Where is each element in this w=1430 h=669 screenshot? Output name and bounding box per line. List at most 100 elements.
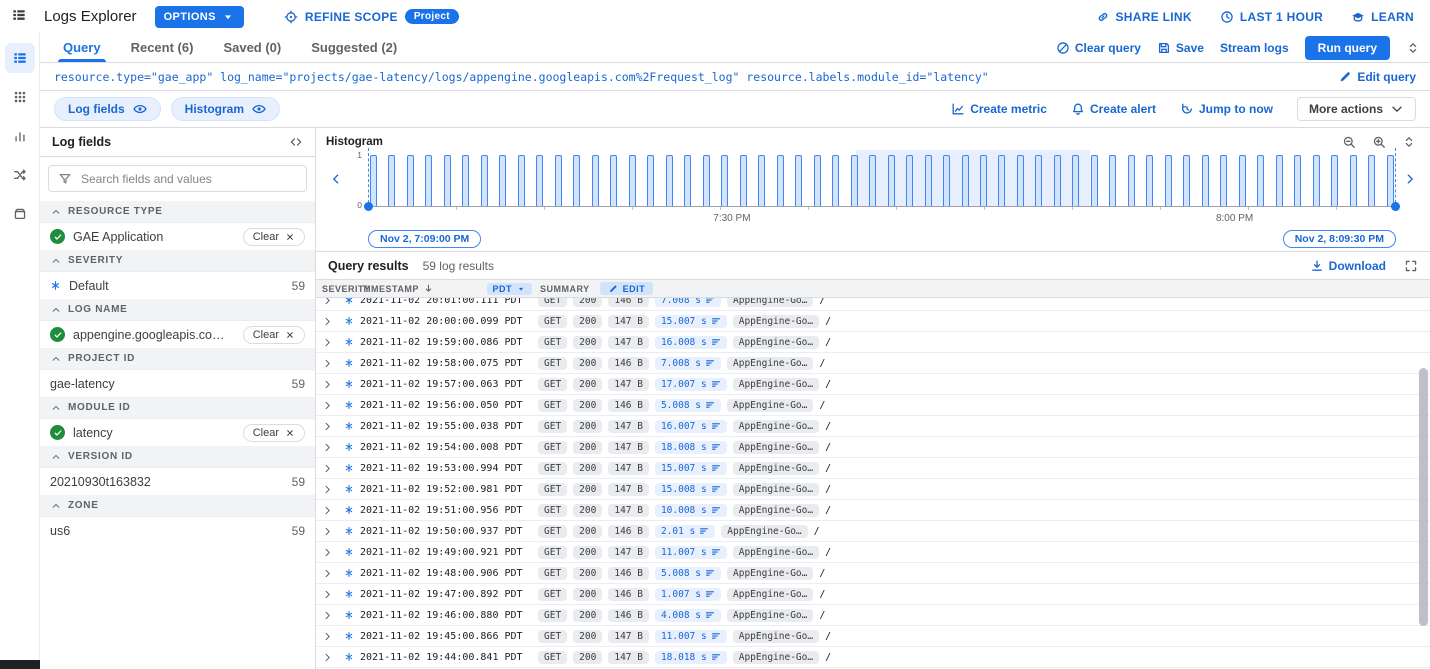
status-chip[interactable]: 200	[573, 504, 602, 517]
query-text[interactable]: resource.type="gae_app" log_name="projec…	[54, 70, 1326, 84]
size-chip[interactable]: 147 B	[608, 504, 649, 517]
histogram-bar[interactable]	[1017, 155, 1024, 206]
clear-filter-button[interactable]: Clear	[243, 228, 305, 246]
expand-row-button[interactable]	[322, 484, 338, 495]
histogram-bar[interactable]	[851, 155, 858, 206]
histogram-bar[interactable]	[481, 155, 488, 206]
size-chip[interactable]: 147 B	[608, 630, 649, 643]
histogram-bar[interactable]	[1202, 155, 1209, 206]
log-row[interactable]: 2021-11-02 19:56:00.050 PDTGET200146 B5.…	[316, 395, 1430, 416]
expand-row-button[interactable]	[322, 610, 338, 621]
latency-chip[interactable]: 18.008 s	[655, 441, 727, 454]
agent-chip[interactable]: AppEngine-Go…	[733, 630, 819, 643]
log-row[interactable]: 2021-11-02 20:01:00.111 PDTGET200146 B7.…	[316, 298, 1430, 311]
clear-query-button[interactable]: Clear query	[1056, 41, 1141, 55]
size-chip[interactable]: 147 B	[608, 315, 649, 328]
field-section-header[interactable]: RESOURCE TYPE	[40, 201, 315, 223]
histogram-bar[interactable]	[388, 155, 395, 206]
agent-chip[interactable]: AppEngine-Go…	[733, 336, 819, 349]
options-button[interactable]: OPTIONS	[155, 6, 244, 28]
log-row[interactable]: 2021-11-02 19:52:00.981 PDTGET200147 B15…	[316, 479, 1430, 500]
size-chip[interactable]: 146 B	[608, 298, 649, 307]
log-row[interactable]: 2021-11-02 19:45:00.866 PDTGET200147 B11…	[316, 626, 1430, 647]
tab-saved[interactable]: Saved (0)	[208, 33, 296, 62]
agent-chip[interactable]: AppEngine-Go…	[727, 588, 813, 601]
method-chip[interactable]: GET	[538, 651, 567, 664]
histogram-bar[interactable]	[666, 155, 673, 206]
histogram-bar[interactable]	[962, 155, 969, 206]
range-start-pill[interactable]: Nov 2, 7:09:00 PM	[368, 230, 481, 248]
histogram-bar[interactable]	[1387, 155, 1394, 206]
histogram-bar[interactable]	[832, 155, 839, 206]
size-chip[interactable]: 147 B	[608, 378, 649, 391]
status-chip[interactable]: 200	[573, 609, 602, 622]
size-chip[interactable]: 146 B	[608, 399, 649, 412]
method-chip[interactable]: GET	[538, 504, 567, 517]
latency-chip[interactable]: 5.008 s	[655, 567, 721, 580]
histogram-bar[interactable]	[370, 155, 377, 206]
size-chip[interactable]: 146 B	[608, 567, 649, 580]
latency-chip[interactable]: 1.007 s	[655, 588, 721, 601]
expand-row-button[interactable]	[322, 463, 338, 474]
status-chip[interactable]: 200	[573, 546, 602, 559]
field-item[interactable]: latencyClear	[40, 419, 315, 446]
histogram-bar[interactable]	[1368, 155, 1375, 206]
size-chip[interactable]: 147 B	[608, 546, 649, 559]
latency-chip[interactable]: 7.008 s	[655, 357, 721, 370]
fields-search-box[interactable]	[48, 165, 307, 192]
histogram-prev-button[interactable]	[326, 150, 346, 207]
histogram-bar[interactable]	[1035, 155, 1042, 206]
method-chip[interactable]: GET	[538, 441, 567, 454]
agent-chip[interactable]: AppEngine-Go…	[727, 567, 813, 580]
histogram-bar[interactable]	[777, 155, 784, 206]
histogram-chip[interactable]: Histogram	[171, 97, 280, 121]
log-row[interactable]: 2021-11-02 19:47:00.892 PDTGET200146 B1.…	[316, 584, 1430, 605]
expand-row-button[interactable]	[322, 400, 338, 411]
histogram-bar[interactable]	[1350, 155, 1357, 206]
log-row[interactable]: 2021-11-02 19:46:00.880 PDTGET200146 B4.…	[316, 605, 1430, 626]
status-chip[interactable]: 200	[573, 588, 602, 601]
histogram-bar[interactable]	[1146, 155, 1153, 206]
size-chip[interactable]: 147 B	[608, 441, 649, 454]
column-timestamp[interactable]: TIMESTAMP PDT	[362, 283, 532, 295]
expand-row-button[interactable]	[322, 358, 338, 369]
status-chip[interactable]: 200	[573, 378, 602, 391]
histogram-bar[interactable]	[555, 155, 562, 206]
rail-dashboard-item[interactable]	[5, 82, 35, 112]
log-row[interactable]: 2021-11-02 20:00:00.099 PDTGET200147 B15…	[316, 311, 1430, 332]
method-chip[interactable]: GET	[538, 420, 567, 433]
agent-chip[interactable]: AppEngine-Go…	[733, 441, 819, 454]
field-item[interactable]: Default59	[40, 272, 315, 299]
field-section-header[interactable]: ZONE	[40, 495, 315, 517]
histogram-bar[interactable]	[1220, 155, 1227, 206]
field-item[interactable]: 20210930t16383259	[40, 468, 315, 495]
histogram-bar[interactable]	[1165, 155, 1172, 206]
share-link-button[interactable]: SHARE LINK	[1096, 10, 1192, 24]
range-end-handle[interactable]	[1391, 202, 1400, 211]
method-chip[interactable]: GET	[538, 462, 567, 475]
expand-row-button[interactable]	[322, 568, 338, 579]
histogram-bar[interactable]	[1072, 155, 1079, 206]
latency-chip[interactable]: 16.007 s	[655, 420, 727, 433]
rail-router-item[interactable]	[5, 160, 35, 190]
expand-row-button[interactable]	[322, 505, 338, 516]
log-row[interactable]: 2021-11-02 19:58:00.075 PDTGET200146 B7.…	[316, 353, 1430, 374]
histogram-bar[interactable]	[407, 155, 414, 206]
expand-row-button[interactable]	[322, 526, 338, 537]
clear-filter-button[interactable]: Clear	[243, 424, 305, 442]
size-chip[interactable]: 147 B	[608, 420, 649, 433]
latency-chip[interactable]: 5.008 s	[655, 399, 721, 412]
query-editor[interactable]: resource.type="gae_app" log_name="projec…	[40, 63, 1430, 91]
latency-chip[interactable]: 2.01 s	[655, 525, 715, 538]
agent-chip[interactable]: AppEngine-Go…	[727, 298, 813, 307]
histogram-bar[interactable]	[425, 155, 432, 206]
histogram-bar[interactable]	[758, 155, 765, 206]
histogram-next-button[interactable]	[1400, 150, 1420, 207]
log-fields-chip[interactable]: Log fields	[54, 97, 161, 121]
field-item[interactable]: GAE ApplicationClear	[40, 223, 315, 250]
latency-chip[interactable]: 10.008 s	[655, 504, 727, 517]
edit-query-button[interactable]: Edit query	[1338, 70, 1416, 84]
vertical-scrollbar[interactable]	[1419, 368, 1428, 626]
histogram-bar[interactable]	[1109, 155, 1116, 206]
field-item[interactable]: appengine.googleapis.com/requ…Clear	[40, 321, 315, 348]
